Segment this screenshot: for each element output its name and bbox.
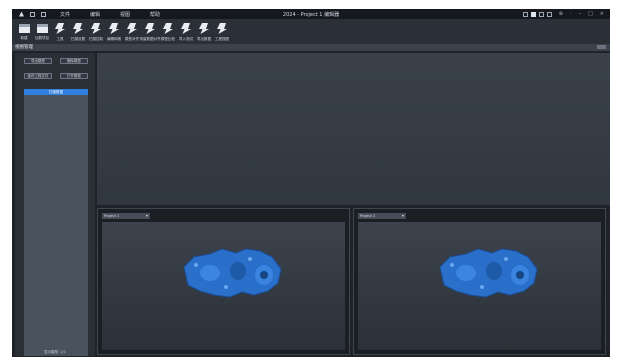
tool-measure-align[interactable]: 测量数据对齐 [140,19,161,44]
scan-control-icon [91,23,101,34]
scan-model-right [439,248,538,298]
ribbon-toolbar: 新建 加载项目 工具 扫描设置 扫描控制 编辑网格 模型对齐 测量数据对齐 模型… [12,19,610,44]
align-icon [127,23,137,34]
panel-title: 视图管理 [15,45,33,50]
right-viewport-pane: Project 2 [353,208,606,355]
new-icon [18,24,30,33]
tool-scan-settings[interactable]: 扫描设置 [70,19,86,44]
tool-tools[interactable]: 工具 [52,19,68,44]
tool-new[interactable]: 新建 [16,19,32,44]
window-title: 2024 - Project 1 编辑器 [282,12,340,18]
tool-import[interactable]: 导入测试 [178,19,194,44]
export-icon [199,23,209,34]
maximize-button[interactable]: □ [588,11,593,17]
left-3d-view[interactable] [102,222,345,350]
scan-settings-icon [73,23,83,34]
model-list: 扫描数据 [24,89,88,356]
tool-scan-control[interactable]: 扫描控制 [88,19,104,44]
project-select-left[interactable]: Project 1 [102,213,150,219]
more-icon[interactable]: · [570,11,572,17]
tool-icon [55,23,65,34]
tool-open-project[interactable]: 加载项目 [34,19,50,44]
main-3d-viewport[interactable] [97,53,610,205]
tool-compare[interactable]: 模型比较 [160,19,176,44]
edit-mesh-icon [109,23,119,34]
tool-align[interactable]: 模型对齐 [124,19,140,44]
panel-close-icon[interactable] [597,45,606,49]
compare-icon [163,23,173,34]
list-item[interactable]: 扫描数据 [24,89,88,95]
layout-quad-icon[interactable] [538,11,544,17]
measure-align-icon [145,23,155,34]
save-project-button[interactable]: 保存工程文件 [24,73,52,79]
layout-split-icon[interactable] [530,11,536,17]
layout-grid-icon[interactable] [546,11,552,17]
tool-edit-mesh[interactable]: 编辑网格 [106,19,122,44]
layout-single-icon[interactable] [522,11,528,17]
title-bar: 文件 编辑 视图 帮助 2024 - Project 1 编辑器 ⊕ · – □… [12,9,610,19]
scan-model-left [183,248,282,298]
open-model-button[interactable]: 打开模型 [60,73,88,79]
sidebar-status: 显示模型: 1/1 [44,350,66,354]
export-model-button[interactable]: 导出模型 [24,58,52,64]
delete-model-button[interactable]: 删除模型 [60,58,88,64]
right-3d-view[interactable] [358,222,601,350]
open-icon [36,24,48,33]
close-button[interactable]: × [600,11,604,17]
minimize-button[interactable]: – [579,11,582,17]
tool-project-view[interactable]: 工程视图 [214,19,230,44]
window-controls: ⊕ · – □ × [522,11,604,17]
project-view-icon [217,23,227,34]
settings-icon[interactable]: ⊕ [559,11,563,17]
app-window: 文件 编辑 视图 帮助 2024 - Project 1 编辑器 ⊕ · – □… [12,9,610,357]
project-select-right[interactable]: Project 2 [358,213,406,219]
tool-export[interactable]: 导出数据 [196,19,212,44]
left-viewport-pane: Project 1 [97,208,350,355]
sidebar: 导出模型 删除模型 保存工程文件 打开模型 扫描数据 显示模型: 1/1 [15,53,95,356]
panel-header: 视图管理 [12,44,610,51]
import-icon [181,23,191,34]
